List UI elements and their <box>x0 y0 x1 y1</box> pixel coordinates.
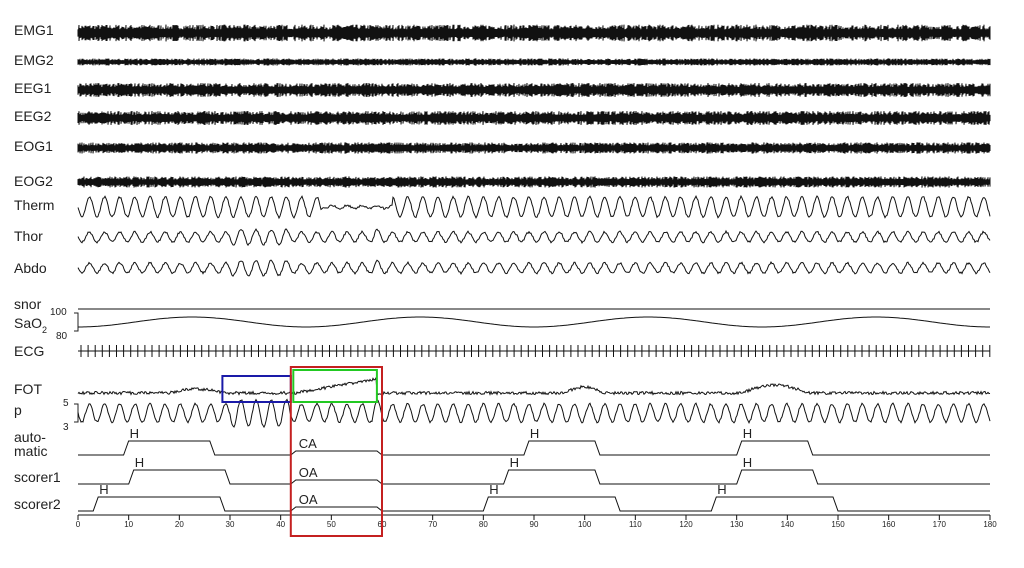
channel-label: EEG2 <box>14 108 52 124</box>
track-label: scorer2 <box>14 496 61 512</box>
trace-p <box>77 398 991 429</box>
x-tick-label: 70 <box>428 520 437 529</box>
channel-label: EMG2 <box>14 52 54 68</box>
blue-highlight-box <box>221 375 292 403</box>
trace-emg2 <box>77 58 991 66</box>
channel-label: EMG1 <box>14 22 54 38</box>
x-tick-label: 140 <box>781 520 795 529</box>
x-tick-label: 30 <box>226 520 235 529</box>
scale-bottom-label: 3 <box>63 422 69 433</box>
trace-eog1 <box>77 142 991 154</box>
channel-label-sub: 2 <box>42 325 47 335</box>
channel-label: FOT <box>14 381 42 397</box>
event-label-h: H <box>743 455 752 470</box>
event-label-oa: OA <box>299 465 318 480</box>
channel-labels: EMG1 EMG2 EEG1 EEG2 EOG1 EOG2 Therm Thor Abdo sno… <box>14 22 79 512</box>
trace-eeg1 <box>77 82 991 98</box>
x-tick-label: 160 <box>882 520 896 529</box>
event-label-h: H <box>99 482 108 497</box>
track-trace <box>78 440 990 456</box>
x-tick-label: 110 <box>629 520 642 529</box>
event-label-h: H <box>130 426 139 441</box>
track-label: scorer1 <box>14 469 61 485</box>
x-tick-label: 120 <box>679 520 693 529</box>
polysomnography-chart: EMG1 EMG2 EEG1 EEG2 EOG1 EOG2 Therm Thor Abdo sno… <box>14 22 997 537</box>
channel-label: Abdo <box>14 260 47 276</box>
trace-eeg2 <box>77 110 991 126</box>
trace-thor <box>77 228 991 247</box>
scale-bracket <box>74 403 79 423</box>
channel-label: SaO2 <box>14 315 47 335</box>
scale-top-label: 5 <box>63 398 69 409</box>
x-tick-label: 130 <box>730 520 744 529</box>
trace-therm <box>77 194 991 220</box>
time-axis: 0 10 20 30 40 50 60 70 80 90 100 110 120 130 140 150 160… <box>76 514 997 529</box>
trace-abdo <box>77 259 991 277</box>
event-label-h: H <box>743 426 752 441</box>
event-label-h: H <box>530 426 539 441</box>
event-label-h: H <box>489 482 498 497</box>
channel-label: EOG1 <box>14 138 53 154</box>
x-tick-label: 150 <box>831 520 845 529</box>
trace-fot <box>77 376 991 396</box>
x-tick-label: 0 <box>76 520 81 529</box>
event-label-h: H <box>135 455 144 470</box>
x-tick-label: 180 <box>983 520 997 529</box>
scale-top-label: 100 <box>50 307 67 318</box>
x-tick-label: 10 <box>124 520 133 529</box>
x-tick-label: 100 <box>578 520 592 529</box>
green-highlight-box <box>292 369 378 403</box>
track-label-2: matic <box>14 443 47 459</box>
channel-traces <box>77 24 991 429</box>
x-tick-label: 20 <box>175 520 184 529</box>
x-tick-label: 170 <box>933 520 947 529</box>
x-tick-label: 80 <box>479 520 488 529</box>
channel-label: EOG2 <box>14 173 53 189</box>
channel-label: snor <box>14 296 42 312</box>
channel-label: Thor <box>14 228 43 244</box>
channel-label: ECG <box>14 343 44 359</box>
trace-sao2 <box>78 316 990 328</box>
event-label-h: H <box>510 455 519 470</box>
track-trace <box>78 469 990 485</box>
trace-emg1 <box>77 24 991 42</box>
x-tick-label: 90 <box>530 520 539 529</box>
channel-label: p <box>14 402 22 418</box>
scale-bracket <box>74 312 79 332</box>
event-tracks: HCAH HHOAH HHOAH H <box>78 426 990 512</box>
event-label-ca: CA <box>299 436 317 451</box>
track-trace <box>78 496 990 512</box>
event-label-h: H <box>717 482 726 497</box>
channel-label: EEG1 <box>14 80 52 96</box>
x-tick-label: 50 <box>327 520 336 529</box>
x-tick-label: 40 <box>276 520 285 529</box>
channel-label: Therm <box>14 197 54 213</box>
event-label-oa: OA <box>299 492 318 507</box>
trace-eog2 <box>77 176 991 188</box>
trace-ecg <box>78 345 991 357</box>
scale-bottom-label: 80 <box>56 331 68 342</box>
